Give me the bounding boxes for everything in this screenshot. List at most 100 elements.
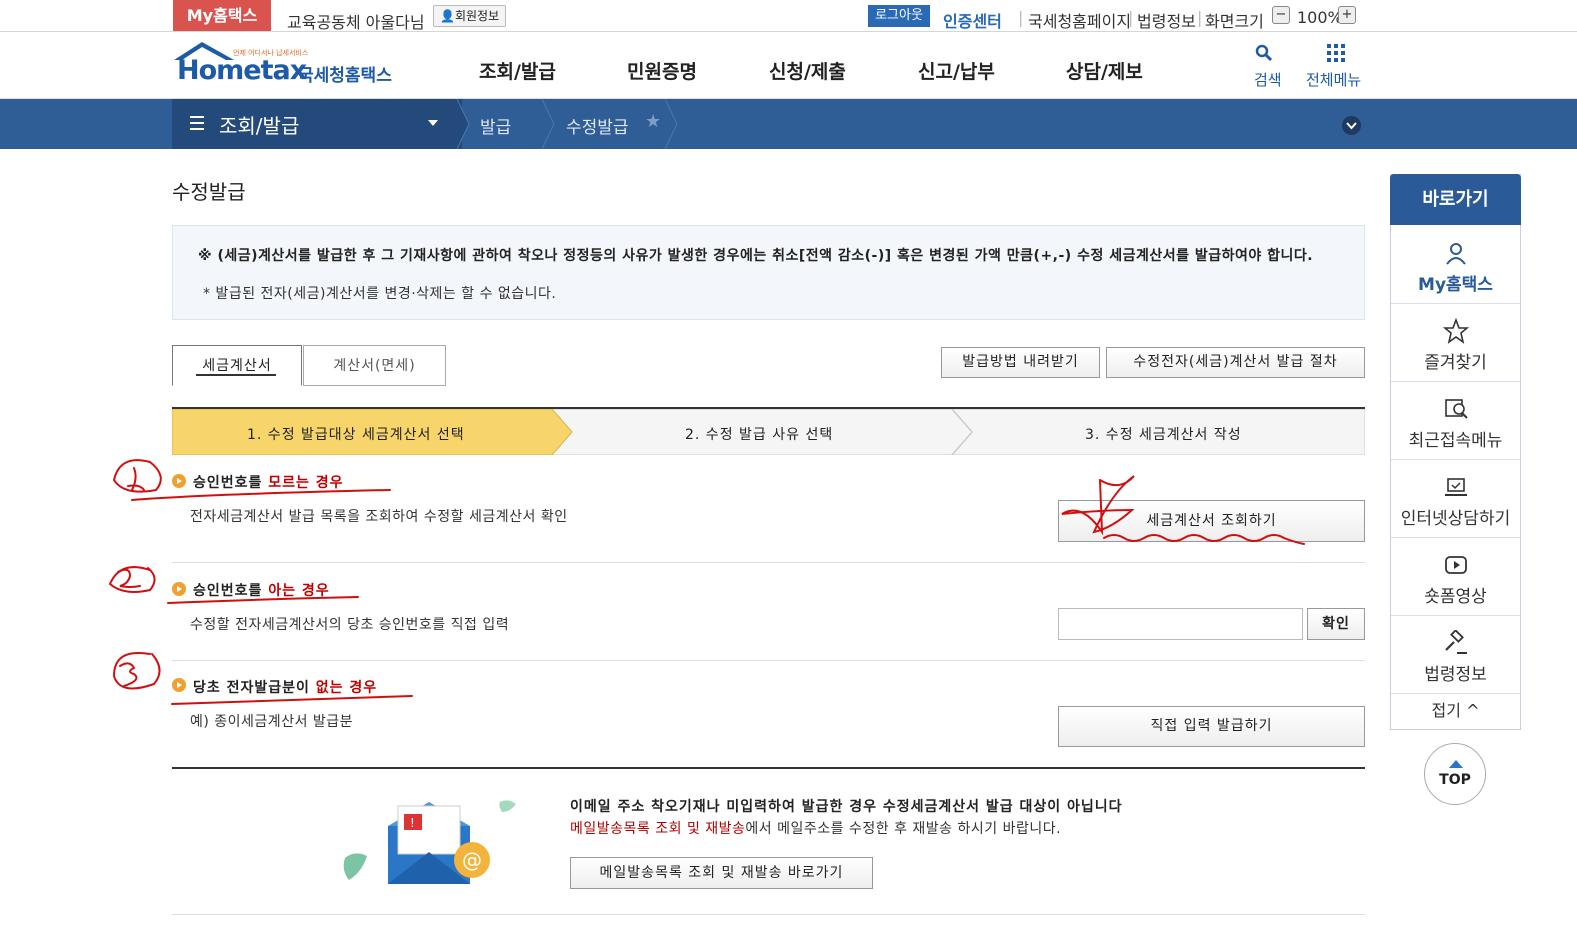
quick-online-consult[interactable]: 인터넷상담하기 — [1391, 460, 1520, 538]
step-2-label: 2. 수정 발급 사유 선택 — [685, 427, 834, 443]
person-icon: 👤 — [440, 9, 455, 23]
section-divider — [172, 562, 1365, 563]
tab-tax-invoice[interactable]: 세금계산서 — [172, 345, 302, 386]
section-known-number-desc: 수정할 전자세금계산서의 당초 승인번호를 직접 입력 — [190, 617, 510, 633]
section-divider — [172, 660, 1365, 661]
email-resend-shortcut-button[interactable]: 메일발송목록 조회 및 재발송 바로가기 — [570, 857, 873, 889]
section-no-electronic-desc: 예) 종이세금계산서 발급분 — [190, 714, 354, 730]
page-title: 수정발급 — [172, 180, 246, 204]
my-hometax-link[interactable]: My홈택스 — [173, 0, 271, 31]
quick-recent-menu[interactable]: 최근접속메뉴 — [1391, 382, 1520, 460]
user-icon — [1446, 243, 1466, 265]
chevron-up-icon: ^ — [1466, 701, 1480, 720]
play-video-icon — [1445, 556, 1467, 574]
quick-shortform-video[interactable]: 숏폼영상 — [1391, 538, 1520, 616]
expand-circle-icon[interactable] — [1342, 116, 1361, 135]
breadcrumb-modify-issue[interactable]: 수정발급 — [566, 113, 629, 138]
gavel-icon — [1445, 630, 1467, 654]
search-label[interactable]: 검색 — [1254, 69, 1282, 90]
nav-current-label[interactable]: 조회/발급 — [219, 110, 299, 139]
lookup-tax-invoice-button[interactable]: 세금계산서 조회하기 — [1058, 500, 1365, 542]
section-no-electronic-title: 당초 전자발급분이 없는 경우 — [193, 677, 377, 697]
bullet-arrow-icon — [172, 474, 186, 488]
gnb-consult-tip[interactable]: 상담/제보 — [1066, 57, 1143, 84]
screen-size-label: 화면크기 — [1205, 12, 1264, 31]
section-unknown-number-title: 승인번호를 모르는 경우 — [193, 472, 344, 492]
approval-number-input[interactable] — [1058, 608, 1303, 640]
gnb-report-pay[interactable]: 신고/납부 — [918, 57, 995, 84]
section-title-highlight: 없는 경우 — [315, 680, 378, 696]
user-name: 교육공동체 아울다님 — [287, 13, 425, 32]
separator: | — [1018, 8, 1024, 27]
cert-center-link[interactable]: 인증센터 — [943, 8, 1002, 32]
star-icon[interactable]: ★ — [645, 111, 661, 132]
quick-menu-label: 숏폼영상 — [1424, 587, 1487, 607]
notice-sub-text: * 발급된 전자(세금)계산서를 변경·삭제는 할 수 없습니다. — [203, 286, 557, 302]
gnb-civil-certificate[interactable]: 민원증명 — [627, 57, 697, 84]
chevron-down-icon[interactable] — [428, 120, 438, 126]
section-known-number-title: 승인번호를 아는 경우 — [193, 580, 330, 600]
active-tab-underline — [196, 374, 276, 376]
bullet-arrow-icon — [172, 582, 186, 596]
quick-menu-label: 인터넷상담하기 — [1400, 509, 1511, 529]
member-info-button[interactable]: 👤회원정보 — [433, 5, 507, 27]
confirm-button[interactable]: 확인 — [1307, 608, 1365, 640]
breadcrumb-issue[interactable]: 발급 — [480, 113, 511, 138]
arrow-up-icon — [1449, 760, 1463, 768]
zoom-value: 100% — [1297, 8, 1343, 27]
section-title-part: 승인번호를 — [193, 583, 269, 599]
logout-button[interactable]: 로그아웃 — [868, 5, 930, 27]
tab-invoice-tax-exempt[interactable]: 계산서(면세) — [303, 345, 446, 386]
section-title-highlight: 모르는 경우 — [268, 475, 344, 491]
separator: | — [1197, 8, 1203, 27]
fold-label: 접기 — [1431, 701, 1461, 720]
direct-input-issue-button[interactable]: 직접 입력 발급하기 — [1058, 706, 1365, 747]
gnb-apply-submit[interactable]: 신청/제출 — [769, 57, 846, 84]
svg-text:@: @ — [462, 848, 482, 872]
breadcrumb-separator — [456, 99, 470, 149]
email-envelope-illustration: ! @ — [343, 800, 516, 884]
section-title-part: 승인번호를 — [193, 475, 269, 491]
quick-menu-fold-button[interactable]: 접기 ^ — [1391, 693, 1520, 729]
quick-menu-label: 법령정보 — [1424, 665, 1487, 685]
search-icon[interactable] — [1255, 44, 1273, 62]
footer-divider — [172, 914, 1365, 915]
recent-search-icon — [1445, 399, 1468, 419]
scroll-top-button[interactable]: TOP — [1424, 743, 1486, 805]
top-label: TOP — [1439, 772, 1471, 788]
quick-menu-label: 최근접속메뉴 — [1408, 431, 1503, 451]
quick-my-hometax[interactable]: My홈택스 — [1391, 226, 1520, 304]
email-notice-title: 이메일 주소 착오기재나 미입력하여 발급한 경우 수정세금계산서 발급 대상이… — [570, 799, 1123, 815]
grid-menu-icon[interactable] — [1327, 44, 1345, 62]
gnb-lookup-issue[interactable]: 조회/발급 — [479, 57, 556, 84]
hamburger-icon[interactable] — [190, 116, 204, 130]
quick-menu-label: 즐겨찾기 — [1424, 353, 1487, 373]
bullet-arrow-icon — [172, 678, 186, 692]
section-title-highlight: 아는 경우 — [268, 583, 330, 599]
section-title-part: 당초 전자발급분이 — [193, 680, 316, 696]
law-info-link[interactable]: 법령정보 — [1137, 8, 1196, 32]
svg-text:!: ! — [410, 816, 415, 830]
procedure-button[interactable]: 수정전자(세금)계산서 발급 절차 — [1106, 347, 1365, 378]
member-info-label: 회원정보 — [454, 9, 500, 23]
section-unknown-number-desc: 전자세금계산서 발급 목록을 조회하여 수정할 세금계산서 확인 — [190, 509, 568, 525]
zoom-in-button[interactable]: + — [1338, 6, 1356, 24]
all-menu-label[interactable]: 전체메뉴 — [1306, 69, 1361, 90]
laptop-icon — [1445, 478, 1467, 496]
step-1-label: 1. 수정 발급대상 세금계산서 선택 — [247, 427, 465, 443]
notice-main-text: ※ (세금)계산서를 발급한 후 그 기재사항에 관하여 착오나 정정등의 사유… — [198, 248, 1314, 264]
download-guide-button[interactable]: 발급방법 내려받기 — [941, 347, 1100, 378]
breadcrumb-separator — [664, 99, 678, 149]
quick-favorites[interactable]: 즐겨찾기 — [1391, 304, 1520, 382]
email-notice-desc: 메일발송목록 조회 및 재발송에서 메일주소를 수정한 후 재발송 하시기 바랍… — [570, 818, 1061, 838]
quick-law-info[interactable]: 법령정보 — [1391, 616, 1520, 694]
nav-current-menu[interactable] — [172, 99, 462, 149]
email-desc-rest: 에서 메일주소를 수정한 후 재발송 하시기 바랍니다. — [745, 821, 1062, 837]
zoom-out-button[interactable]: − — [1272, 6, 1290, 24]
quick-menu-label: My홈택스 — [1418, 275, 1493, 295]
logo-text: Hometax — [177, 55, 307, 86]
notice-box — [172, 225, 1365, 320]
section-bottom-line — [172, 767, 1365, 769]
separator: | — [1128, 8, 1134, 27]
nts-homepage-link[interactable]: 국세청홈페이지 — [1028, 8, 1131, 32]
